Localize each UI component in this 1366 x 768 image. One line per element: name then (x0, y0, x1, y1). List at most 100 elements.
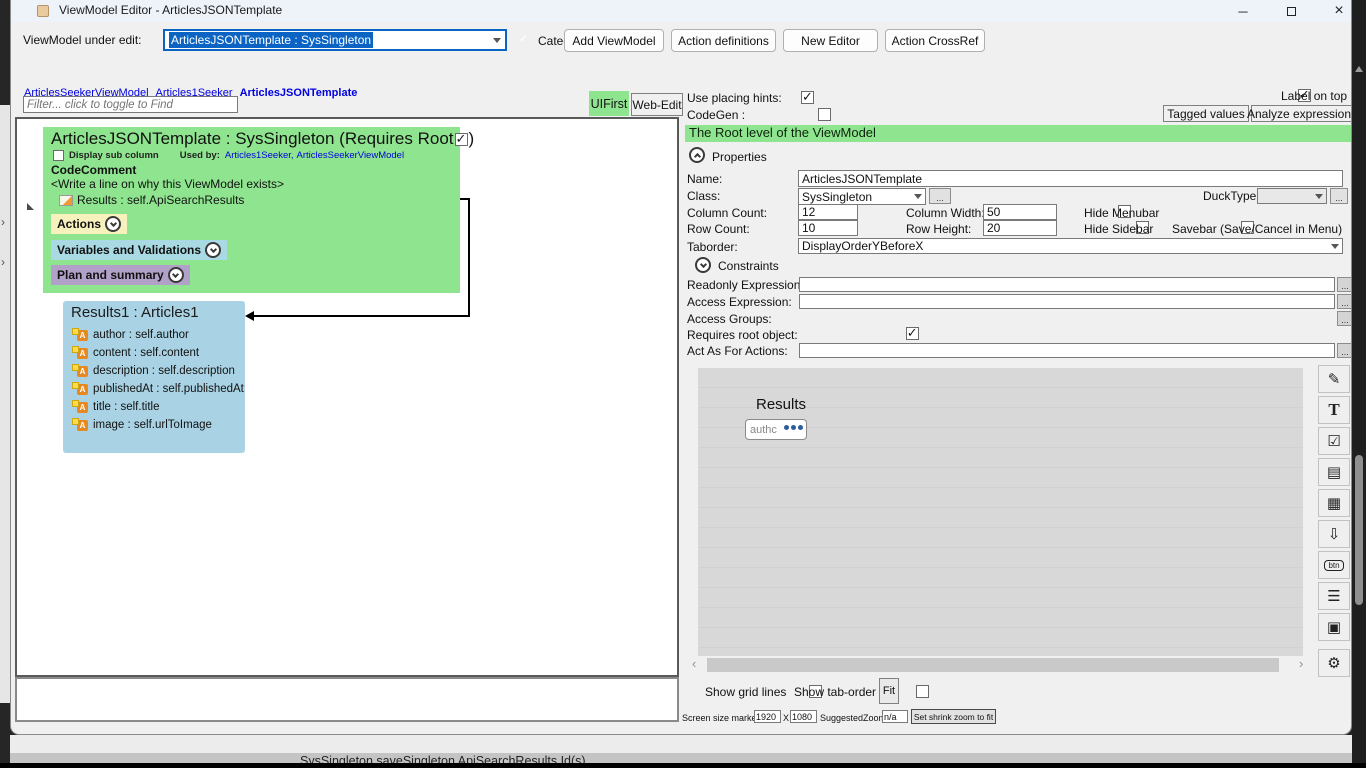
checkbox-tool-icon[interactable]: ☑ (1318, 427, 1350, 455)
codegen-label: CodeGen : (687, 108, 745, 122)
name-input[interactable] (798, 170, 1343, 187)
list-icon: ☰ (1327, 587, 1340, 605)
variables-expand-button[interactable] (205, 242, 221, 258)
add-viewmodel-button[interactable]: Add ViewModel (564, 29, 664, 52)
tagged-values-button[interactable]: Tagged values (1163, 105, 1249, 122)
minimize-button[interactable]: ─ (1220, 0, 1266, 22)
field-row-title[interactable]: Atitle : self.title (71, 398, 237, 416)
field-row-image[interactable]: Aimage : self.urlToImage (71, 416, 237, 434)
list-tool-icon[interactable]: ☰ (1318, 582, 1350, 610)
chevron-down-icon (210, 245, 217, 252)
variables-section-chip[interactable]: Variables and Validations (51, 240, 227, 260)
calendar-icon: ▦ (1327, 494, 1341, 512)
requires-root-checkbox[interactable] (455, 133, 468, 146)
ducktype-browse-button[interactable]: ... (1330, 188, 1348, 204)
ducktype-select[interactable] (1257, 188, 1327, 204)
root-viewmodel-block[interactable]: ArticlesJSONTemplate : SysSingleton (Req… (43, 127, 460, 293)
design-canvas[interactable]: ArticlesJSONTemplate : SysSingleton (Req… (15, 117, 679, 677)
background-window-strip: SysSingleton saveSingleton ApiSearchResu… (10, 753, 1352, 763)
maximize-button[interactable] (1268, 0, 1314, 22)
close-button[interactable]: × (1316, 0, 1352, 22)
edge-expand-chevron[interactable]: › (1, 215, 5, 229)
constraints-header: Constraints (718, 259, 779, 273)
set-shrink-zoom-button[interactable]: Set shrink zoom to fit (911, 709, 996, 724)
label-on-top-label: Label on top (1281, 89, 1347, 103)
actions-expand-button[interactable] (105, 216, 121, 232)
object-tool-icon[interactable]: ▣ (1318, 613, 1350, 641)
uifirst-button[interactable]: UIFirst (589, 91, 629, 116)
marker-height-input[interactable] (790, 710, 817, 723)
action-definitions-button[interactable]: Action definitions (671, 29, 776, 52)
button-tool-icon[interactable]: btn (1318, 551, 1350, 579)
edge-expand-chevron[interactable]: › (1, 255, 5, 269)
constraints-collapse-button[interactable] (695, 257, 711, 273)
marker-width-input[interactable] (754, 710, 781, 723)
vertical-scrollbar-thumb[interactable] (1355, 455, 1363, 605)
display-sub-column-label: Display sub column (69, 150, 159, 161)
display-sub-column-checkbox[interactable] (53, 150, 64, 161)
calendar-tool-icon[interactable]: ▦ (1318, 489, 1350, 517)
field-row-author[interactable]: Aauthor : self.author (71, 326, 237, 344)
attribute-icon: A (77, 402, 88, 413)
preview-field-text: authc (750, 424, 777, 436)
scroll-right-arrow[interactable]: › (1299, 656, 1303, 671)
readonly-expression-input[interactable] (799, 277, 1335, 292)
act-as-for-actions-input[interactable] (799, 343, 1335, 358)
layout-preview[interactable]: Results authc (698, 368, 1303, 656)
used-by-link-articles1seeker[interactable]: Articles1Seeker, (225, 150, 294, 161)
hide-menubar-label: Hide Menubar (1084, 206, 1159, 220)
act-as-browse-button[interactable]: ... (1337, 343, 1352, 358)
web-edit-button[interactable]: Web-Edit (631, 93, 683, 116)
preview-field-chip[interactable]: authc (745, 419, 807, 440)
column-width-input[interactable] (983, 204, 1057, 220)
results-block[interactable]: Results1 : Articles1 Aauthor : self.auth… (63, 301, 245, 453)
field-row-description[interactable]: Adescription : self.description (71, 362, 237, 380)
used-by-link-articlesseekerviewmodel[interactable]: ArticlesSeekerViewModel (297, 150, 405, 161)
row-count-input[interactable] (798, 220, 858, 236)
results-reference-row[interactable]: Results : self.ApiSearchResults (59, 193, 452, 207)
readonly-expression-browse-button[interactable]: ... (1337, 277, 1352, 292)
access-expression-input[interactable] (799, 294, 1335, 309)
text-icon: T (1328, 400, 1339, 420)
class-select[interactable]: SysSingleton (798, 188, 926, 205)
fit-button[interactable]: Fit (879, 678, 899, 704)
viewmodel-combobox[interactable]: ArticlesJSONTemplate : SysSingleton (163, 29, 507, 51)
show-tab-order-checkbox[interactable] (916, 685, 929, 698)
horizontal-scrollbar[interactable] (707, 658, 1279, 672)
actions-section-chip[interactable]: Actions (51, 214, 127, 234)
name-label: Name: (687, 172, 722, 186)
plan-expand-button[interactable] (168, 267, 184, 283)
field-row-publishedat[interactable]: ApublishedAt : self.publishedAt (71, 380, 237, 398)
suggested-zoom-input[interactable] (882, 710, 908, 723)
codegen-checkbox[interactable] (818, 108, 831, 121)
dropdown-tool-icon[interactable]: ▤ (1318, 458, 1350, 486)
edit-tool-icon[interactable]: ✎ (1318, 365, 1350, 393)
ducktype-label: DuckType: (1203, 189, 1260, 203)
action-crossref-button[interactable]: Action CrossRef (885, 29, 985, 52)
analyze-expressions-button[interactable]: Analyze expressions (1251, 105, 1352, 122)
window-title: ViewModel Editor - ArticlesJSONTemplate (59, 3, 282, 17)
column-count-input[interactable] (798, 204, 858, 220)
class-browse-button[interactable]: ... (929, 188, 951, 204)
image-tool-icon[interactable]: ⇩ (1318, 520, 1350, 548)
chevron-down-icon (699, 260, 706, 267)
plan-section-chip[interactable]: Plan and summary (51, 265, 190, 285)
drag-handle-dots-icon[interactable] (782, 425, 803, 430)
chevron-down-icon (1331, 244, 1339, 249)
breadcrumb-link-articlesjsontemplate[interactable]: ArticlesJSONTemplate (240, 87, 358, 99)
access-groups-browse-button[interactable]: ... (1337, 311, 1352, 326)
use-placing-hints-checkbox[interactable] (801, 91, 814, 104)
field-row-content[interactable]: Acontent : self.content (71, 344, 237, 362)
access-expression-browse-button[interactable]: ... (1337, 294, 1352, 309)
settings-tool-icon[interactable]: ⚙ (1318, 649, 1350, 677)
row-height-input[interactable] (983, 220, 1057, 236)
text-tool-icon[interactable]: T (1318, 396, 1350, 424)
column-count-label: Column Count: (687, 206, 767, 220)
new-editor-button[interactable]: New Editor (783, 29, 878, 52)
requires-root-object-checkbox[interactable] (906, 327, 919, 340)
filter-input[interactable] (23, 96, 238, 113)
taborder-select[interactable]: DisplayOrderYBeforeX (798, 238, 1343, 254)
scroll-left-arrow[interactable]: ‹ (692, 656, 696, 671)
chevron-down-icon (172, 270, 179, 277)
properties-collapse-button[interactable] (689, 147, 705, 163)
